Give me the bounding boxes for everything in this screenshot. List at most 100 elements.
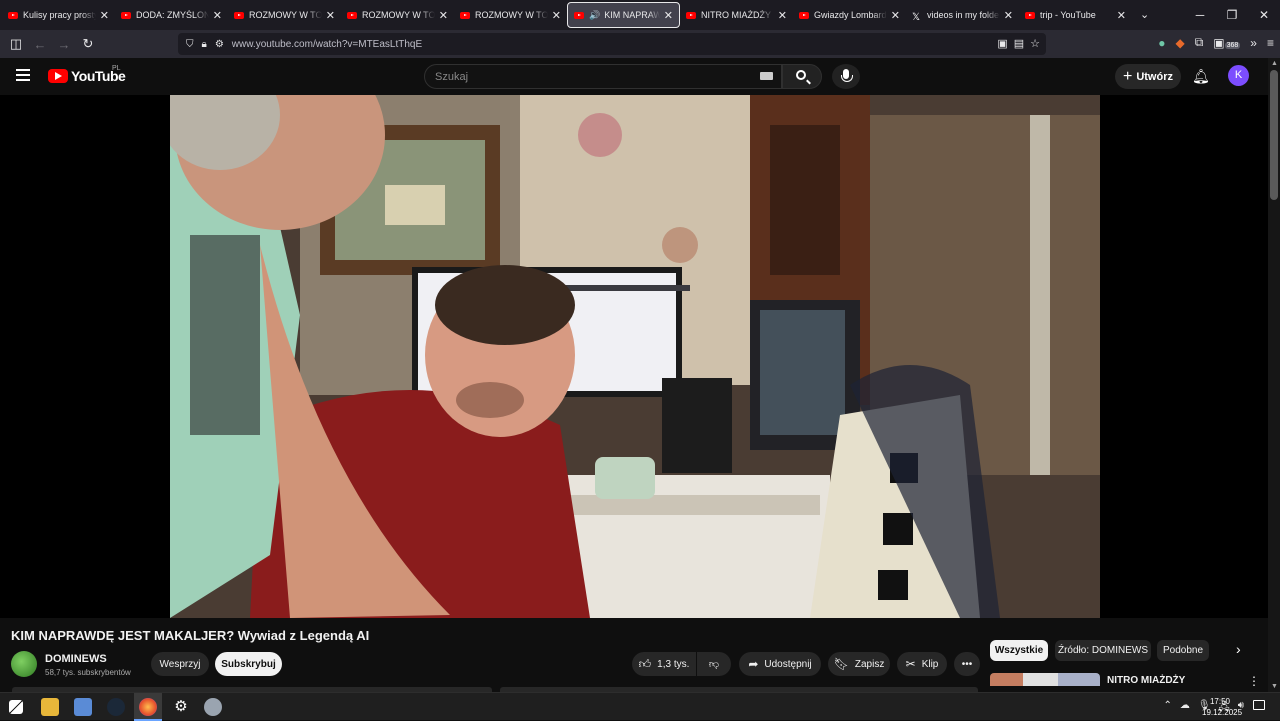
- maximize-icon[interactable]: ❐: [1216, 8, 1248, 22]
- hamburger-menu-icon[interactable]: [16, 69, 30, 81]
- clock-time: 17:50: [1209, 697, 1231, 706]
- reload-icon[interactable]: ↻: [76, 36, 100, 52]
- close-icon[interactable]: ✕: [213, 9, 222, 22]
- clip-button[interactable]: ✂ Klip: [897, 652, 947, 676]
- chevron-right-icon[interactable]: ›: [1236, 641, 1241, 657]
- adblock-extension-icon[interactable]: ▣ 368: [1213, 36, 1241, 50]
- scroll-down-icon[interactable]: ▼: [1271, 683, 1278, 690]
- scrollbar-thumb[interactable]: [1270, 70, 1278, 200]
- youtube-icon: [347, 11, 357, 19]
- search-button[interactable]: [782, 64, 822, 89]
- firefox-icon[interactable]: [139, 698, 157, 716]
- share-button[interactable]: ➦ Udostępnij: [739, 652, 821, 676]
- clip-label: Klip: [921, 658, 939, 670]
- more-actions-button[interactable]: •••: [954, 652, 980, 676]
- shield-icon[interactable]: ⛉: [186, 39, 194, 50]
- search-input[interactable]: Szukaj: [424, 64, 782, 89]
- dislike-button[interactable]: 👎︎: [697, 652, 731, 676]
- subscribe-button[interactable]: Subskrybuj: [215, 652, 282, 676]
- tab-1[interactable]: DODA: ZMYŚLONE ŻY ✕: [115, 2, 228, 28]
- toolbar-extensions: ● ◆ ⧉ ▣ 368 » ≡: [1158, 35, 1274, 50]
- control-panel-icon[interactable]: [74, 698, 92, 716]
- onedrive-icon[interactable]: ☁: [1180, 700, 1190, 717]
- tab-4[interactable]: ROZMOWY W TOKU ✕: [454, 2, 567, 28]
- tab-list-chevron-icon[interactable]: ⌄: [1140, 8, 1149, 21]
- create-button[interactable]: + Utwórz: [1115, 64, 1181, 89]
- youtube-icon: [234, 11, 244, 19]
- fox-extension-icon[interactable]: ◆: [1175, 36, 1184, 50]
- account-avatar[interactable]: K: [1228, 65, 1249, 86]
- scroll-up-icon[interactable]: ▲: [1271, 60, 1278, 67]
- url-text[interactable]: www.youtube.com/watch?v=MTEasLtThqE: [232, 39, 422, 50]
- windows-start-icon[interactable]: [9, 700, 23, 714]
- tab-9[interactable]: trip - YouTube ✕: [1019, 2, 1132, 28]
- reader-view-icon[interactable]: ▤: [1014, 37, 1024, 50]
- tab-title: KIM NAPRAWDĘ: [604, 10, 660, 20]
- close-icon[interactable]: ✕: [778, 9, 787, 22]
- close-icon[interactable]: ✕: [1004, 9, 1013, 22]
- close-icon[interactable]: ✕: [100, 9, 109, 22]
- keyboard-icon[interactable]: [760, 72, 773, 80]
- video-player[interactable]: [0, 95, 1268, 618]
- app-menu-icon[interactable]: ≡: [1267, 36, 1274, 50]
- file-explorer-icon[interactable]: [41, 698, 59, 716]
- tab-title: Gwiazdy Lombardu: N: [814, 10, 887, 20]
- channel-avatar[interactable]: [11, 651, 37, 677]
- thumbs-down-icon: 👎︎: [708, 659, 720, 670]
- voice-search-mic-icon[interactable]: [832, 64, 860, 89]
- chip-similar[interactable]: Podobne: [1157, 640, 1209, 661]
- bookmark-star-icon[interactable]: ☆: [1030, 37, 1040, 50]
- back-icon[interactable]: ←: [28, 37, 52, 52]
- tab-3[interactable]: ROZMOWY W TOKU ✕: [341, 2, 454, 28]
- clock-date: 19.12.2025: [1202, 708, 1243, 717]
- system-clock[interactable]: 17:50 19.12.2025: [1202, 696, 1243, 718]
- x-icon: 𝕏: [912, 11, 921, 23]
- permissions-icon[interactable]: ⚙︎: [215, 39, 224, 50]
- picture-in-picture-icon[interactable]: ▣: [997, 37, 1007, 50]
- lock-icon[interactable]: 🔒︎: [202, 39, 207, 50]
- overflow-chevron-icon[interactable]: »: [1250, 36, 1257, 50]
- url-bar[interactable]: ⛉ 🔒︎ ⚙︎ www.youtube.com/watch?v=MTEasLtT…: [178, 33, 1046, 55]
- close-icon[interactable]: ✕: [552, 9, 561, 22]
- settings-gear-icon[interactable]: ⚙: [172, 698, 190, 716]
- close-icon[interactable]: ✕: [891, 9, 900, 22]
- tab-title: NITRO MIAŻDŻY MA: [701, 10, 774, 20]
- tab-6[interactable]: NITRO MIAŻDŻY MA ✕: [680, 2, 793, 28]
- save-button[interactable]: 🔖︎ Zapisz: [828, 652, 890, 676]
- youtube-icon: [799, 11, 809, 19]
- like-count: 1,3 tys.: [657, 658, 690, 670]
- notification-center-icon[interactable]: [1253, 700, 1265, 710]
- tab-8[interactable]: 𝕏videos in my folder ✕: [906, 2, 1019, 28]
- window-controls: ─ ❐ ✕: [1184, 0, 1280, 30]
- youtube-logo[interactable]: YouTube PL: [48, 65, 126, 84]
- channel-name[interactable]: DOMINEWS: [45, 653, 107, 665]
- sidebar-toggle-icon[interactable]: ◫: [4, 36, 28, 52]
- close-window-icon[interactable]: ✕: [1248, 8, 1280, 22]
- notifications-bell-icon[interactable]: 🔔︎: [1192, 68, 1210, 85]
- tray-chevron-icon[interactable]: ⌃: [1163, 700, 1171, 717]
- support-button[interactable]: Wesprzyj: [151, 652, 209, 676]
- chip-source[interactable]: Źródło: DOMINEWS: [1055, 640, 1151, 661]
- like-button[interactable]: 👍︎ 1,3 tys.: [632, 652, 696, 676]
- close-icon[interactable]: ✕: [326, 9, 335, 22]
- vpn-extension-icon[interactable]: ●: [1158, 36, 1165, 50]
- minimize-icon[interactable]: ─: [1184, 8, 1216, 22]
- video-title: KIM NAPRAWDĘ JEST MAKALJER? Wywiad z Leg…: [11, 628, 370, 643]
- steam-icon[interactable]: [107, 698, 125, 716]
- tab-7[interactable]: Gwiazdy Lombardu: N ✕: [793, 2, 906, 28]
- page-scrollbar[interactable]: ▲ ▼: [1268, 58, 1280, 692]
- close-icon[interactable]: ✕: [664, 9, 673, 22]
- speaker-icon[interactable]: 🔊: [589, 10, 600, 21]
- forward-icon[interactable]: →: [52, 37, 76, 52]
- video-frame[interactable]: [170, 95, 1100, 618]
- extensions-puzzle-icon[interactable]: ⧉: [1195, 35, 1204, 50]
- close-icon[interactable]: ✕: [1117, 9, 1126, 22]
- save-label: Zapisz: [854, 658, 885, 670]
- close-icon[interactable]: ✕: [439, 9, 448, 22]
- chip-all[interactable]: Wszystkie: [990, 640, 1048, 661]
- tab-5-active[interactable]: 🔊 KIM NAPRAWDĘ ✕: [567, 2, 680, 28]
- tab-0[interactable]: Kulisy pracy prostytutki ✕: [2, 2, 115, 28]
- tab-2[interactable]: ROZMOWY W TOKU ✕: [228, 2, 341, 28]
- tab-title: ROZMOWY W TOKU: [475, 10, 548, 20]
- app-icon[interactable]: [204, 698, 222, 716]
